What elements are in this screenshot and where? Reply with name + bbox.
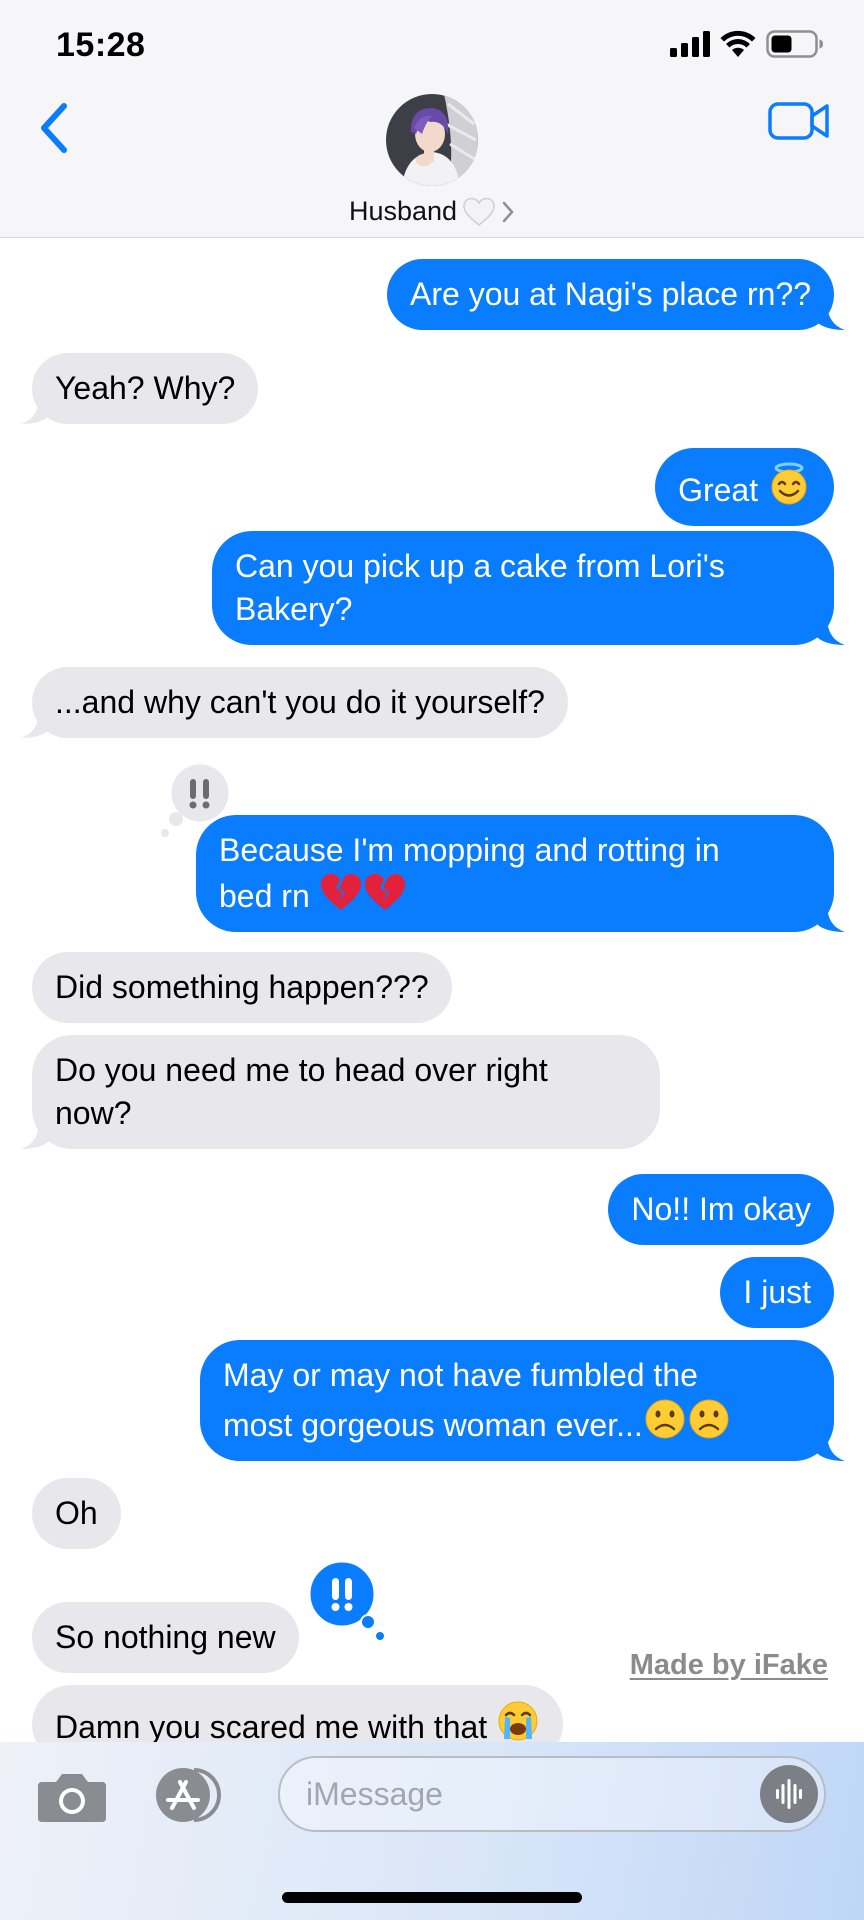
broken-heart-icon [364, 874, 405, 910]
contact-name: Husband [348, 196, 458, 226]
message-text-line: Can you pick up a cake from Lori's [235, 548, 725, 584]
sent-message[interactable]: Great [655, 448, 834, 526]
sent-message[interactable]: Can you pick up a cake from Lori's Baker… [212, 531, 845, 645]
status-icons [670, 30, 824, 58]
message-text: bed rn [219, 878, 310, 914]
message-text: So nothing new [55, 1619, 276, 1655]
back-chevron-icon[interactable] [30, 96, 80, 160]
avatar[interactable] [386, 94, 478, 186]
frowning-face-icon [689, 1399, 729, 1439]
bubble-tail [21, 710, 51, 738]
sent-message[interactable]: Because I'm mopping and rotting in bed r… [196, 815, 845, 932]
watermark-link[interactable]: Made by iFake [630, 1649, 828, 1682]
message-text: Great [678, 472, 759, 508]
cellular-signal-icon [670, 31, 710, 57]
status-time: 15:28 [56, 26, 146, 64]
message-text: Damn you scared me with that [55, 1709, 488, 1742]
received-message[interactable]: Damn you scared me with that [32, 1685, 564, 1742]
camera-icon[interactable] [36, 1768, 108, 1824]
waveform-icon [776, 1779, 802, 1809]
bubble-tail [815, 1433, 845, 1461]
audio-message-button[interactable] [760, 1765, 818, 1823]
message-thread[interactable]: Are you at Nagi's place rn?? Yeah? Why? … [0, 238, 864, 1742]
message-text: No!! Im okay [631, 1191, 811, 1227]
conversation-header: 15:28 Husband [0, 0, 864, 238]
contact-info-button[interactable]: Husband [0, 196, 864, 227]
message-text-line: May or may not have fumbled the [223, 1357, 698, 1393]
battery-icon [766, 30, 823, 58]
loudly-crying-face-icon [498, 1701, 538, 1741]
bubble-tail [815, 302, 845, 330]
wifi-icon [720, 30, 756, 57]
received-message[interactable]: So nothing new [32, 1602, 299, 1673]
received-message[interactable]: Do you need me to head over right now? [21, 1035, 660, 1149]
sent-message[interactable]: May or may not have fumbled the most gor… [200, 1340, 845, 1461]
received-message[interactable]: Oh [32, 1478, 121, 1549]
message-text: Are you at Nagi's place rn?? [410, 276, 811, 312]
bubble-tail [21, 396, 51, 424]
received-message[interactable]: Yeah? Why? [21, 353, 259, 424]
bubble-tail [815, 904, 845, 932]
frowning-face-icon [645, 1399, 685, 1439]
video-call-icon[interactable] [768, 100, 830, 142]
message-text-line: now? [55, 1095, 132, 1131]
sent-message[interactable]: Are you at Nagi's place rn?? [387, 259, 845, 330]
message-text: Yeah? Why? [55, 370, 236, 406]
sent-message[interactable]: I just [720, 1257, 834, 1328]
received-message[interactable]: ...and why can't you do it yourself? [21, 667, 568, 738]
message-text-line: Bakery? [235, 591, 353, 627]
message-text: ...and why can't you do it yourself? [55, 684, 545, 720]
bubble-tail [21, 1121, 51, 1149]
message-text-line: bed rn [219, 872, 811, 918]
home-indicator[interactable] [282, 1892, 582, 1903]
broken-heart-icon [320, 874, 361, 910]
message-input[interactable] [278, 1756, 826, 1832]
message-text: most gorgeous woman ever... [223, 1407, 643, 1443]
message-text-line: Because I'm mopping and rotting in [219, 832, 720, 868]
received-message[interactable]: Did something happen??? [32, 952, 452, 1023]
app-store-icon[interactable] [150, 1764, 232, 1826]
message-text: Did something happen??? [55, 969, 429, 1005]
sent-message[interactable]: No!! Im okay [608, 1174, 834, 1245]
message-text-line: most gorgeous woman ever... [223, 1397, 811, 1447]
message-text: I just [743, 1274, 811, 1310]
message-text-line: Do you need me to head over right [55, 1052, 548, 1088]
white-heart-icon [463, 197, 495, 226]
smiling-face-with-halo-icon [771, 462, 807, 505]
exclamation-reaction-icon[interactable] [304, 1558, 390, 1644]
bubble-tail [815, 617, 845, 645]
imessage-input[interactable] [306, 1758, 726, 1830]
message-text: Oh [55, 1495, 98, 1531]
chevron-right-icon [502, 201, 514, 222]
